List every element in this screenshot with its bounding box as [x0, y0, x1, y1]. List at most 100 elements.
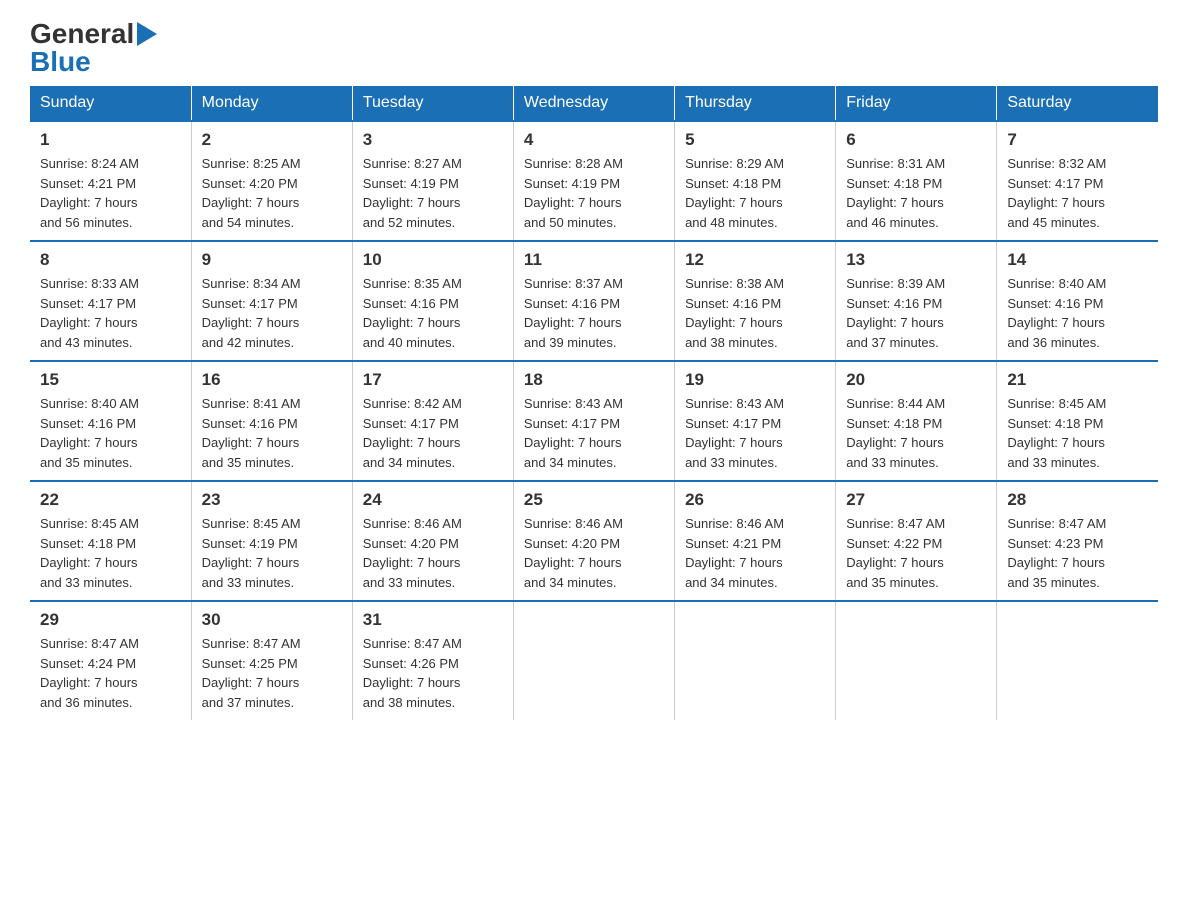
- day-number: 16: [202, 370, 342, 390]
- day-cell: [513, 601, 674, 720]
- day-cell: 27 Sunrise: 8:47 AM Sunset: 4:22 PM Dayl…: [836, 481, 997, 601]
- day-info: Sunrise: 8:28 AM Sunset: 4:19 PM Dayligh…: [524, 154, 664, 232]
- day-number: 24: [363, 490, 503, 510]
- day-cell: 3 Sunrise: 8:27 AM Sunset: 4:19 PM Dayli…: [352, 121, 513, 241]
- day-number: 27: [846, 490, 986, 510]
- weekday-header-sunday: Sunday: [30, 86, 191, 121]
- day-cell: 10 Sunrise: 8:35 AM Sunset: 4:16 PM Dayl…: [352, 241, 513, 361]
- day-info: Sunrise: 8:46 AM Sunset: 4:21 PM Dayligh…: [685, 514, 825, 592]
- day-cell: [675, 601, 836, 720]
- day-number: 8: [40, 250, 181, 270]
- day-info: Sunrise: 8:47 AM Sunset: 4:25 PM Dayligh…: [202, 634, 342, 712]
- day-number: 17: [363, 370, 503, 390]
- week-row-5: 29 Sunrise: 8:47 AM Sunset: 4:24 PM Dayl…: [30, 601, 1158, 720]
- day-info: Sunrise: 8:35 AM Sunset: 4:16 PM Dayligh…: [363, 274, 503, 352]
- week-row-3: 15 Sunrise: 8:40 AM Sunset: 4:16 PM Dayl…: [30, 361, 1158, 481]
- day-cell: 17 Sunrise: 8:42 AM Sunset: 4:17 PM Dayl…: [352, 361, 513, 481]
- weekday-header-monday: Monday: [191, 86, 352, 121]
- logo-blue-text: Blue: [30, 48, 91, 76]
- day-cell: 4 Sunrise: 8:28 AM Sunset: 4:19 PM Dayli…: [513, 121, 674, 241]
- day-cell: 25 Sunrise: 8:46 AM Sunset: 4:20 PM Dayl…: [513, 481, 674, 601]
- day-number: 25: [524, 490, 664, 510]
- day-number: 22: [40, 490, 181, 510]
- day-info: Sunrise: 8:29 AM Sunset: 4:18 PM Dayligh…: [685, 154, 825, 232]
- day-info: Sunrise: 8:45 AM Sunset: 4:18 PM Dayligh…: [1007, 394, 1148, 472]
- day-number: 10: [363, 250, 503, 270]
- weekday-header-tuesday: Tuesday: [352, 86, 513, 121]
- day-info: Sunrise: 8:27 AM Sunset: 4:19 PM Dayligh…: [363, 154, 503, 232]
- day-cell: [836, 601, 997, 720]
- day-number: 21: [1007, 370, 1148, 390]
- day-info: Sunrise: 8:24 AM Sunset: 4:21 PM Dayligh…: [40, 154, 181, 232]
- day-info: Sunrise: 8:47 AM Sunset: 4:23 PM Dayligh…: [1007, 514, 1148, 592]
- day-cell: 7 Sunrise: 8:32 AM Sunset: 4:17 PM Dayli…: [997, 121, 1158, 241]
- day-number: 20: [846, 370, 986, 390]
- day-number: 15: [40, 370, 181, 390]
- week-row-1: 1 Sunrise: 8:24 AM Sunset: 4:21 PM Dayli…: [30, 121, 1158, 241]
- day-cell: 28 Sunrise: 8:47 AM Sunset: 4:23 PM Dayl…: [997, 481, 1158, 601]
- day-cell: 13 Sunrise: 8:39 AM Sunset: 4:16 PM Dayl…: [836, 241, 997, 361]
- day-info: Sunrise: 8:45 AM Sunset: 4:18 PM Dayligh…: [40, 514, 181, 592]
- weekday-header-wednesday: Wednesday: [513, 86, 674, 121]
- day-number: 11: [524, 250, 664, 270]
- day-info: Sunrise: 8:32 AM Sunset: 4:17 PM Dayligh…: [1007, 154, 1148, 232]
- day-number: 7: [1007, 130, 1148, 150]
- day-number: 23: [202, 490, 342, 510]
- day-number: 28: [1007, 490, 1148, 510]
- day-number: 13: [846, 250, 986, 270]
- day-cell: 1 Sunrise: 8:24 AM Sunset: 4:21 PM Dayli…: [30, 121, 191, 241]
- weekday-header-row: SundayMondayTuesdayWednesdayThursdayFrid…: [30, 86, 1158, 121]
- day-cell: 16 Sunrise: 8:41 AM Sunset: 4:16 PM Dayl…: [191, 361, 352, 481]
- day-cell: 22 Sunrise: 8:45 AM Sunset: 4:18 PM Dayl…: [30, 481, 191, 601]
- day-info: Sunrise: 8:41 AM Sunset: 4:16 PM Dayligh…: [202, 394, 342, 472]
- day-cell: 15 Sunrise: 8:40 AM Sunset: 4:16 PM Dayl…: [30, 361, 191, 481]
- day-number: 31: [363, 610, 503, 630]
- day-number: 3: [363, 130, 503, 150]
- day-info: Sunrise: 8:39 AM Sunset: 4:16 PM Dayligh…: [846, 274, 986, 352]
- day-cell: 18 Sunrise: 8:43 AM Sunset: 4:17 PM Dayl…: [513, 361, 674, 481]
- day-cell: 6 Sunrise: 8:31 AM Sunset: 4:18 PM Dayli…: [836, 121, 997, 241]
- day-info: Sunrise: 8:38 AM Sunset: 4:16 PM Dayligh…: [685, 274, 825, 352]
- day-cell: 23 Sunrise: 8:45 AM Sunset: 4:19 PM Dayl…: [191, 481, 352, 601]
- week-row-4: 22 Sunrise: 8:45 AM Sunset: 4:18 PM Dayl…: [30, 481, 1158, 601]
- day-number: 12: [685, 250, 825, 270]
- day-info: Sunrise: 8:25 AM Sunset: 4:20 PM Dayligh…: [202, 154, 342, 232]
- day-info: Sunrise: 8:34 AM Sunset: 4:17 PM Dayligh…: [202, 274, 342, 352]
- day-number: 18: [524, 370, 664, 390]
- weekday-header-thursday: Thursday: [675, 86, 836, 121]
- day-cell: 29 Sunrise: 8:47 AM Sunset: 4:24 PM Dayl…: [30, 601, 191, 720]
- day-info: Sunrise: 8:46 AM Sunset: 4:20 PM Dayligh…: [524, 514, 664, 592]
- logo: General Blue: [30, 20, 157, 76]
- day-number: 14: [1007, 250, 1148, 270]
- weekday-header-saturday: Saturday: [997, 86, 1158, 121]
- calendar-table: SundayMondayTuesdayWednesdayThursdayFrid…: [30, 86, 1158, 720]
- day-info: Sunrise: 8:37 AM Sunset: 4:16 PM Dayligh…: [524, 274, 664, 352]
- day-info: Sunrise: 8:33 AM Sunset: 4:17 PM Dayligh…: [40, 274, 181, 352]
- day-number: 30: [202, 610, 342, 630]
- weekday-header-friday: Friday: [836, 86, 997, 121]
- day-cell: 5 Sunrise: 8:29 AM Sunset: 4:18 PM Dayli…: [675, 121, 836, 241]
- day-number: 29: [40, 610, 181, 630]
- day-cell: 30 Sunrise: 8:47 AM Sunset: 4:25 PM Dayl…: [191, 601, 352, 720]
- day-cell: 12 Sunrise: 8:38 AM Sunset: 4:16 PM Dayl…: [675, 241, 836, 361]
- day-info: Sunrise: 8:44 AM Sunset: 4:18 PM Dayligh…: [846, 394, 986, 472]
- page-header: General Blue: [30, 20, 1158, 76]
- day-info: Sunrise: 8:47 AM Sunset: 4:22 PM Dayligh…: [846, 514, 986, 592]
- day-info: Sunrise: 8:43 AM Sunset: 4:17 PM Dayligh…: [524, 394, 664, 472]
- day-cell: 26 Sunrise: 8:46 AM Sunset: 4:21 PM Dayl…: [675, 481, 836, 601]
- day-cell: 24 Sunrise: 8:46 AM Sunset: 4:20 PM Dayl…: [352, 481, 513, 601]
- day-info: Sunrise: 8:42 AM Sunset: 4:17 PM Dayligh…: [363, 394, 503, 472]
- day-number: 2: [202, 130, 342, 150]
- day-info: Sunrise: 8:43 AM Sunset: 4:17 PM Dayligh…: [685, 394, 825, 472]
- day-number: 19: [685, 370, 825, 390]
- day-info: Sunrise: 8:47 AM Sunset: 4:26 PM Dayligh…: [363, 634, 503, 712]
- day-info: Sunrise: 8:47 AM Sunset: 4:24 PM Dayligh…: [40, 634, 181, 712]
- day-cell: 19 Sunrise: 8:43 AM Sunset: 4:17 PM Dayl…: [675, 361, 836, 481]
- day-number: 26: [685, 490, 825, 510]
- day-cell: 9 Sunrise: 8:34 AM Sunset: 4:17 PM Dayli…: [191, 241, 352, 361]
- day-cell: 21 Sunrise: 8:45 AM Sunset: 4:18 PM Dayl…: [997, 361, 1158, 481]
- day-number: 1: [40, 130, 181, 150]
- day-info: Sunrise: 8:45 AM Sunset: 4:19 PM Dayligh…: [202, 514, 342, 592]
- day-cell: 31 Sunrise: 8:47 AM Sunset: 4:26 PM Dayl…: [352, 601, 513, 720]
- day-info: Sunrise: 8:40 AM Sunset: 4:16 PM Dayligh…: [40, 394, 181, 472]
